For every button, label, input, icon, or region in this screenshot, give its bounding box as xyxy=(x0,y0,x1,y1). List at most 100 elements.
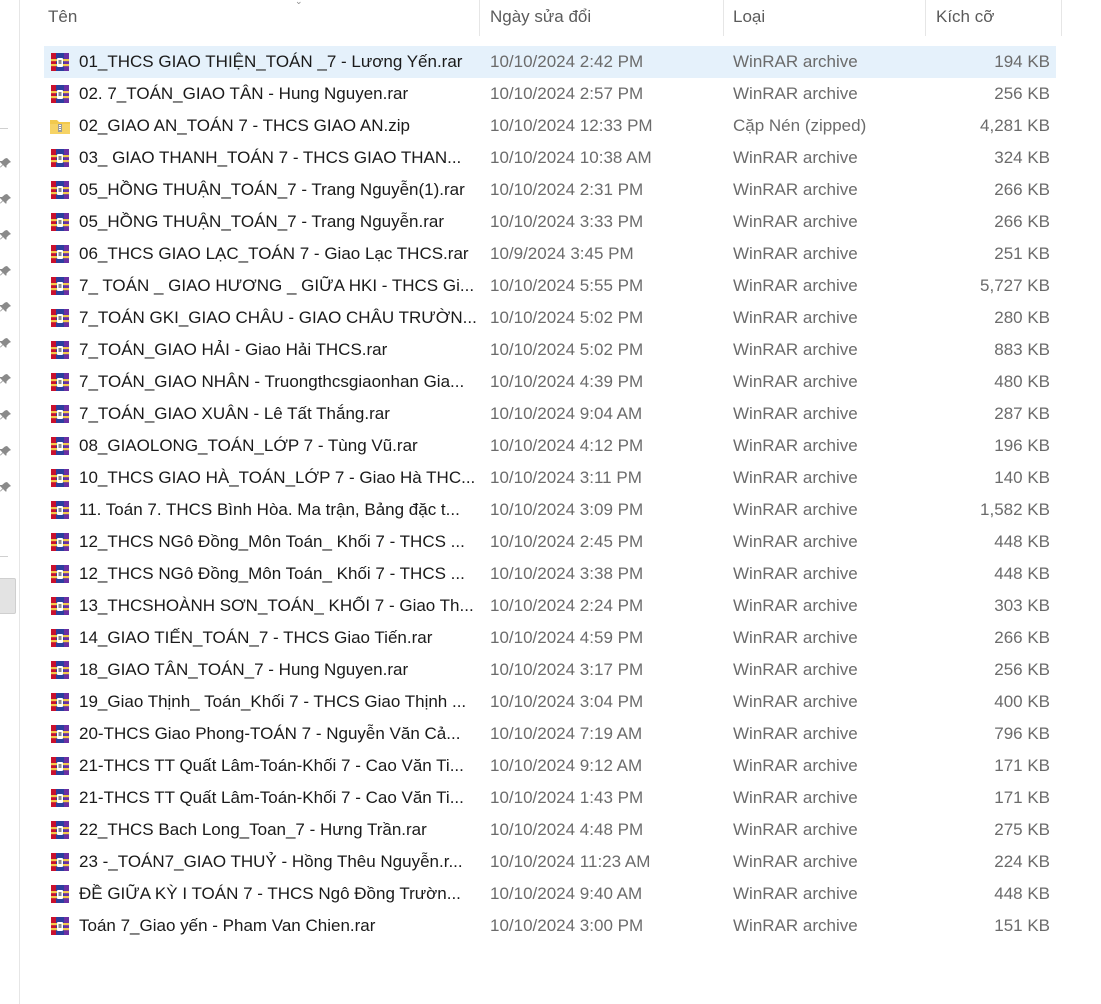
file-size: 448 KB xyxy=(994,884,1050,903)
file-type: WinRAR archive xyxy=(733,308,858,327)
file-date-modified: 10/10/2024 5:02 PM xyxy=(490,340,644,359)
file-row[interactable]: 23 -_TOÁN7_GIAO THUỶ - Hồng Thêu Nguyễn.… xyxy=(44,846,1056,878)
file-name: 21-THCS TT Quất Lâm-Toán-Khối 7 - Cao Vă… xyxy=(79,756,464,775)
column-header-date-modified[interactable]: Ngày sửa đổi xyxy=(482,0,724,36)
file-size: 400 KB xyxy=(994,692,1050,711)
nav-scrollbar-thumb[interactable] xyxy=(0,578,16,614)
pin-icon[interactable] xyxy=(0,300,12,312)
file-type: WinRAR archive xyxy=(733,468,858,487)
file-row[interactable]: ĐỀ GIỮA KỲ I TOÁN 7 - THCS Ngô Đồng Trườ… xyxy=(44,878,1056,910)
file-row[interactable]: 02_GIAO AN_TOÁN 7 - THCS GIAO AN.zip 10/1… xyxy=(44,110,1056,142)
file-size: 448 KB xyxy=(994,532,1050,551)
file-size: 303 KB xyxy=(994,596,1050,615)
file-row[interactable]: 7_TOÁN_GIAO HẢI - Giao Hải THCS.rar 10/10… xyxy=(44,334,1056,366)
file-row[interactable]: 7_TOÁN GKI_GIAO CHÂU - GIAO CHÂU TRƯỜN..… xyxy=(44,302,1056,334)
pin-icon[interactable] xyxy=(0,156,12,168)
file-size: 171 KB xyxy=(994,788,1050,807)
file-row[interactable]: 22_THCS Bach Long_Toan_7 - Hưng Trần.rar… xyxy=(44,814,1056,846)
file-row[interactable]: 12_THCS NGô Đồng_Môn Toán_ Khối 7 - THCS… xyxy=(44,526,1056,558)
nav-divider xyxy=(0,128,8,129)
winrar-icon xyxy=(51,853,69,871)
file-size: 448 KB xyxy=(994,564,1050,583)
file-name: 20-THCS Giao Phong-TOÁN 7 - Nguyễn Văn C… xyxy=(79,724,461,743)
file-type: WinRAR archive xyxy=(733,372,858,391)
file-size: 4,281 KB xyxy=(980,116,1050,135)
column-header-name[interactable]: Tên xyxy=(40,0,480,36)
file-date-modified: 10/10/2024 3:33 PM xyxy=(490,212,644,231)
file-date-modified: 10/10/2024 9:12 AM xyxy=(490,756,643,775)
file-date-modified: 10/10/2024 3:38 PM xyxy=(490,564,644,583)
zip-folder-icon xyxy=(50,120,70,134)
file-row[interactable]: 06_THCS GIAO LẠC_TOÁN 7 - Giao Lạc THCS.… xyxy=(44,238,1056,270)
file-size: 266 KB xyxy=(994,628,1050,647)
file-date-modified: 10/10/2024 4:59 PM xyxy=(490,628,644,647)
file-name: 7_TOÁN_GIAO NHÂN - Truongthcsgiaonhan Gi… xyxy=(79,372,465,391)
file-row[interactable]: 08_GIAOLONG_TOÁN_LỚP 7 - Tùng Vũ.rar 10/1… xyxy=(44,430,1056,462)
pin-icon[interactable] xyxy=(0,372,12,384)
file-type: WinRAR archive xyxy=(733,404,858,423)
file-size: 1,582 KB xyxy=(980,500,1050,519)
winrar-icon xyxy=(51,597,69,615)
file-row[interactable]: 11. Toán 7. THCS Bình Hòa. Ma trận, Bảng… xyxy=(44,494,1056,526)
file-name: 7_TOÁN GKI_GIAO CHÂU - GIAO CHÂU TRƯỜN..… xyxy=(79,308,477,327)
file-row[interactable]: 13_THCSHOÀNH SƠN_TOÁN_ KHỐI 7 - Giao Th.… xyxy=(44,590,1056,622)
file-size: 5,727 KB xyxy=(980,276,1050,295)
file-date-modified: 10/10/2024 7:19 AM xyxy=(490,724,643,743)
column-header-size[interactable]: Kích cỡ xyxy=(928,0,1062,36)
file-type: WinRAR archive xyxy=(733,916,858,935)
winrar-icon xyxy=(51,533,69,551)
pin-icon[interactable] xyxy=(0,264,12,276)
file-type: WinRAR archive xyxy=(733,436,858,455)
file-row[interactable]: 18_GIAO TÂN_TOÁN_7 - Hung Nguyen.rar 10/1… xyxy=(44,654,1056,686)
file-date-modified: 10/10/2024 2:31 PM xyxy=(490,180,644,199)
file-row[interactable]: 21-THCS TT Quất Lâm-Toán-Khối 7 - Cao Vă… xyxy=(44,782,1056,814)
file-name: 01_THCS GIAO THIỆN_TOÁN _7 - Lương Yến.r… xyxy=(79,52,463,71)
file-row[interactable]: 21-THCS TT Quất Lâm-Toán-Khối 7 - Cao Vă… xyxy=(44,750,1056,782)
file-date-modified: 10/10/2024 2:42 PM xyxy=(490,52,644,71)
file-name: ĐỀ GIỮA KỲ I TOÁN 7 - THCS Ngô Đồng Trườ… xyxy=(79,884,461,903)
file-row[interactable]: 7_TOÁN_GIAO NHÂN - Truongthcsgiaonhan Gi… xyxy=(44,366,1056,398)
file-size: 256 KB xyxy=(994,84,1050,103)
file-date-modified: 10/10/2024 4:12 PM xyxy=(490,436,644,455)
pin-icon[interactable] xyxy=(0,444,12,456)
navigation-pane xyxy=(0,0,20,1004)
pin-icon[interactable] xyxy=(0,480,12,492)
file-name: 23 -_TOÁN7_GIAO THUỶ - Hồng Thêu Nguyễn.… xyxy=(79,852,463,871)
column-header-bar: ⌄ Tên Ngày sửa đổi Loại Kích cỡ xyxy=(40,0,1062,36)
file-row[interactable]: 7_ TOÁN _ GIAO HƯƠNG _ GIỮA HKI - THCS G… xyxy=(44,270,1056,302)
winrar-icon xyxy=(51,277,69,295)
winrar-icon xyxy=(51,565,69,583)
file-type: WinRAR archive xyxy=(733,628,858,647)
column-header-type[interactable]: Loại xyxy=(725,0,926,36)
file-type: WinRAR archive xyxy=(733,212,858,231)
file-name: Toán 7_Giao yến - Pham Van Chien.rar xyxy=(79,916,376,935)
winrar-icon xyxy=(51,821,69,839)
file-type: WinRAR archive xyxy=(733,724,858,743)
file-date-modified: 10/10/2024 9:04 AM xyxy=(490,404,643,423)
file-type: WinRAR archive xyxy=(733,500,858,519)
file-row[interactable]: 12_THCS NGô Đồng_Môn Toán_ Khối 7 - THCS… xyxy=(44,558,1056,590)
file-row[interactable]: 20-THCS Giao Phong-TOÁN 7 - Nguyễn Văn C… xyxy=(44,718,1056,750)
file-row[interactable]: Toán 7_Giao yến - Pham Van Chien.rar 10/1… xyxy=(44,910,1056,942)
file-date-modified: 10/10/2024 1:43 PM xyxy=(490,788,644,807)
pin-icon[interactable] xyxy=(0,228,12,240)
file-name: 7_ TOÁN _ GIAO HƯƠNG _ GIỮA HKI - THCS G… xyxy=(79,276,475,295)
file-row[interactable]: 05_HỒNG THUẬN_TOÁN_7 - Trang Nguyễn.rar 1… xyxy=(44,206,1056,238)
file-row[interactable]: 05_HỒNG THUẬN_TOÁN_7 - Trang Nguyễn(1).r… xyxy=(44,174,1056,206)
file-row[interactable]: 19_Giao Thịnh_ Toán_Khối 7 - THCS Giao T… xyxy=(44,686,1056,718)
file-size: 287 KB xyxy=(994,404,1050,423)
pin-icon[interactable] xyxy=(0,192,12,204)
pin-icon[interactable] xyxy=(0,336,12,348)
file-row[interactable]: 7_TOÁN_GIAO XUÂN - Lê Tất Thắng.rar 10/10… xyxy=(44,398,1056,430)
file-row[interactable]: 01_THCS GIAO THIỆN_TOÁN _7 - Lương Yến.r… xyxy=(44,46,1056,78)
file-name: 21-THCS TT Quất Lâm-Toán-Khối 7 - Cao Vă… xyxy=(79,788,464,807)
file-row[interactable]: 03_ GIAO THANH_TOÁN 7 - THCS GIAO THAN..… xyxy=(44,142,1056,174)
file-size: 196 KB xyxy=(994,436,1050,455)
file-row[interactable]: 14_GIAO TIẾN_TOÁN_7 - THCS Giao Tiến.rar… xyxy=(44,622,1056,654)
winrar-icon xyxy=(51,53,69,71)
file-row[interactable]: 10_THCS GIAO HÀ_TOÁN_LỚP 7 - Giao Hà THC… xyxy=(44,462,1056,494)
file-name: 05_HỒNG THUẬN_TOÁN_7 - Trang Nguyễn.rar xyxy=(79,212,445,231)
file-row[interactable]: 02. 7_TOÁN_GIAO TÂN - Hung Nguyen.rar 10/… xyxy=(44,78,1056,110)
file-type: WinRAR archive xyxy=(733,692,858,711)
pin-icon[interactable] xyxy=(0,408,12,420)
